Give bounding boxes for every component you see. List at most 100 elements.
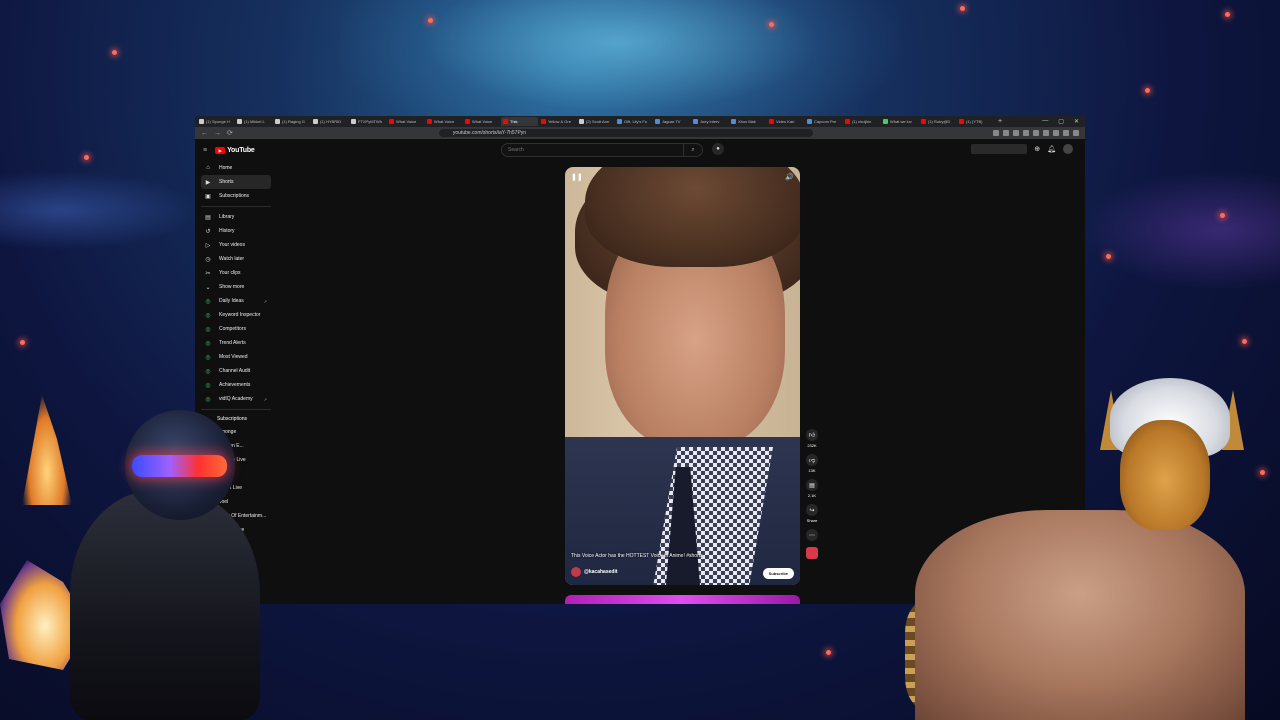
volume-icon[interactable]: 🔊 bbox=[785, 173, 794, 181]
tab-favicon-icon bbox=[237, 119, 242, 124]
sidebar-item-home[interactable]: ⌂ Home bbox=[201, 161, 271, 175]
sidebar-item-trend-alerts[interactable]: ◎ Trend Alerts bbox=[201, 336, 271, 350]
search-input[interactable] bbox=[502, 146, 680, 154]
tab-bar: (1) Sponge H (1) Mikkel L (1) Raging G (1) … bbox=[195, 116, 1085, 127]
sidebar-item-show-more[interactable]: ⌄ Show more bbox=[201, 280, 271, 294]
microphone-icon[interactable]: ● bbox=[712, 143, 724, 155]
close-icon[interactable]: ✕ bbox=[1074, 118, 1079, 125]
browser-tab[interactable]: Gift, Lily's Fu bbox=[615, 117, 652, 126]
extensions-toolbar bbox=[993, 130, 1079, 136]
extension-icon[interactable] bbox=[1063, 130, 1069, 136]
browser-tab[interactable]: Joey interv bbox=[691, 117, 728, 126]
youtube-logo[interactable]: ▶ YouTube bbox=[215, 146, 255, 154]
tab-favicon-icon bbox=[693, 119, 698, 124]
browser-tab[interactable]: What Voice bbox=[463, 117, 500, 126]
sidebar-item-competitors[interactable]: ◎ Competitors bbox=[201, 322, 271, 336]
background-sparkle bbox=[826, 650, 831, 655]
browser-tab[interactable]: This bbox=[501, 117, 538, 126]
channel-name[interactable]: @kacahasedit bbox=[584, 569, 618, 575]
dislike-action: 👎︎ 13K bbox=[806, 454, 818, 473]
avatar[interactable] bbox=[1063, 144, 1073, 154]
sidebar-item-achievements[interactable]: ◎ Achievements bbox=[201, 378, 271, 392]
extension-icon[interactable] bbox=[1023, 130, 1029, 136]
extension-icon[interactable] bbox=[1033, 130, 1039, 136]
search-icon[interactable]: ⌕ bbox=[683, 144, 702, 156]
channel-avatar[interactable] bbox=[571, 567, 581, 577]
profile-icon[interactable] bbox=[1073, 130, 1079, 136]
tab-label: (1) Sponge H bbox=[206, 119, 230, 124]
next-short-preview[interactable] bbox=[565, 595, 800, 604]
browser-tab[interactable]: (1) Ruby@D bbox=[919, 117, 956, 126]
browser-tab[interactable]: (1) Sponge H bbox=[197, 117, 234, 126]
browser-tab[interactable]: (1) Mikkel L bbox=[235, 117, 272, 126]
home-icon: ⌂ bbox=[206, 165, 210, 171]
forward-button[interactable]: → bbox=[214, 130, 221, 137]
sidebar-item-history[interactable]: ↺ History bbox=[201, 224, 271, 238]
short-caption[interactable]: This Voice Actor has the HOTTEST Voice i… bbox=[571, 553, 703, 559]
browser-tab[interactable]: (2) Scott Arm bbox=[577, 117, 614, 126]
browser-tab[interactable]: What Voice bbox=[387, 117, 424, 126]
sidebar-item-shorts[interactable]: ▶ Shorts bbox=[201, 175, 271, 189]
sidebar-item-label: Channel Audit bbox=[219, 368, 251, 374]
url-field[interactable]: youtube.com/shorts/iaY-7h57Pyn bbox=[438, 129, 813, 137]
sidebar-item-label: Trend Alerts bbox=[219, 340, 246, 346]
short-actions: 👍︎ 232K 👎︎ 13K ▤ 2.1K ↪ Share ⋯ bbox=[802, 429, 822, 559]
extension-icon[interactable] bbox=[993, 130, 999, 136]
comment-icon[interactable]: ▤ bbox=[806, 479, 818, 491]
share-icon[interactable]: ↪ bbox=[806, 504, 818, 516]
audio-thumbnail-icon[interactable] bbox=[806, 547, 818, 559]
browser-tab[interactable]: What Voice bbox=[425, 117, 462, 126]
sidebar-item-your-videos[interactable]: ▷ Your videos bbox=[201, 238, 271, 252]
sidebar-item-watch-later[interactable]: ◷ Watch later bbox=[201, 252, 271, 266]
tab-favicon-icon bbox=[465, 119, 470, 124]
channel-info[interactable]: @kacahasedit bbox=[571, 567, 618, 577]
subscribe-button[interactable]: Subscribe bbox=[762, 568, 794, 579]
browser-tab[interactable]: Capcom Pre bbox=[805, 117, 842, 126]
browser-tab[interactable]: What we luv bbox=[881, 117, 918, 126]
sidebar-item-daily-ideas[interactable]: ◎ Daily Ideas ↗ bbox=[201, 294, 271, 308]
browser-tab[interactable]: (1) chuijkin bbox=[843, 117, 880, 126]
tab-label: Jaguar TV bbox=[662, 119, 681, 124]
browser-tab[interactable]: Video Kari bbox=[767, 117, 804, 126]
browser-tab[interactable]: Xbox Mak bbox=[729, 117, 766, 126]
tab-favicon-icon bbox=[807, 119, 812, 124]
sidebar-item-channel-audit[interactable]: ◎ Channel Audit bbox=[201, 364, 271, 378]
sidebar-item-your-clips[interactable]: ✂ Your clips bbox=[201, 266, 271, 280]
sidebar-item-label: Library bbox=[219, 214, 235, 220]
back-button[interactable]: ← bbox=[201, 130, 208, 137]
hamburger-menu-icon[interactable]: ≡ bbox=[203, 147, 207, 154]
tab-favicon-icon bbox=[883, 119, 888, 124]
notifications-bell-icon[interactable]: 🔔︎ bbox=[1047, 145, 1056, 153]
new-tab-button[interactable]: + bbox=[998, 118, 1002, 125]
comment-count: 2.1K bbox=[807, 493, 817, 498]
sidebar-item-library[interactable]: ▤ Library bbox=[201, 210, 271, 224]
short-video-player[interactable]: ❚❚ 🔊 This Voice Actor has the HOTTEST Vo… bbox=[565, 167, 800, 585]
sidebar-item-label: Daily Ideas bbox=[219, 298, 244, 304]
extension-icon[interactable] bbox=[1053, 130, 1059, 136]
browser-tab[interactable]: FTXPyMTWh bbox=[349, 117, 386, 126]
more-icon[interactable]: ⋯ bbox=[806, 529, 818, 541]
browser-tab[interactable]: (1) (YTB) bbox=[957, 117, 994, 126]
sidebar-item-vidiq-academy[interactable]: ◎ vidIQ Academy ↗ bbox=[201, 392, 271, 406]
sidebar-item-most-viewed[interactable]: ◎ Most Viewed bbox=[201, 350, 271, 364]
reload-button[interactable]: ⟳ bbox=[227, 129, 233, 137]
vidiq-toolbar[interactable] bbox=[971, 144, 1028, 154]
extension-icon[interactable] bbox=[1013, 130, 1019, 136]
sidebar-item-keyword-inspector[interactable]: ◎ Keyword Inspector bbox=[201, 308, 271, 322]
tab-label: Video Kari bbox=[776, 119, 795, 124]
pause-icon[interactable]: ❚❚ bbox=[571, 173, 583, 181]
minimize-icon[interactable]: — bbox=[1042, 118, 1048, 125]
like-icon[interactable]: 👍︎ bbox=[806, 429, 818, 441]
browser-tab[interactable]: (1) Raging G bbox=[273, 117, 310, 126]
maximize-icon[interactable]: ▢ bbox=[1058, 118, 1064, 125]
browser-tab[interactable]: Jaguar TV bbox=[653, 117, 690, 126]
browser-tab[interactable]: (1) HYBRID bbox=[311, 117, 348, 126]
sidebar-item-label: Subscriptions bbox=[219, 193, 250, 199]
sidebar-item-subscriptions[interactable]: ▣ Subscriptions bbox=[201, 189, 271, 203]
dislike-icon[interactable]: 👎︎ bbox=[806, 454, 818, 466]
browser-tab[interactable]: Yellow & Gre bbox=[539, 117, 576, 126]
extension-icon[interactable] bbox=[1003, 130, 1009, 136]
create-icon[interactable]: ⊕ bbox=[1034, 145, 1040, 153]
sidebar-item-label: vidIQ Academy bbox=[219, 396, 253, 402]
extension-icon[interactable] bbox=[1043, 130, 1049, 136]
